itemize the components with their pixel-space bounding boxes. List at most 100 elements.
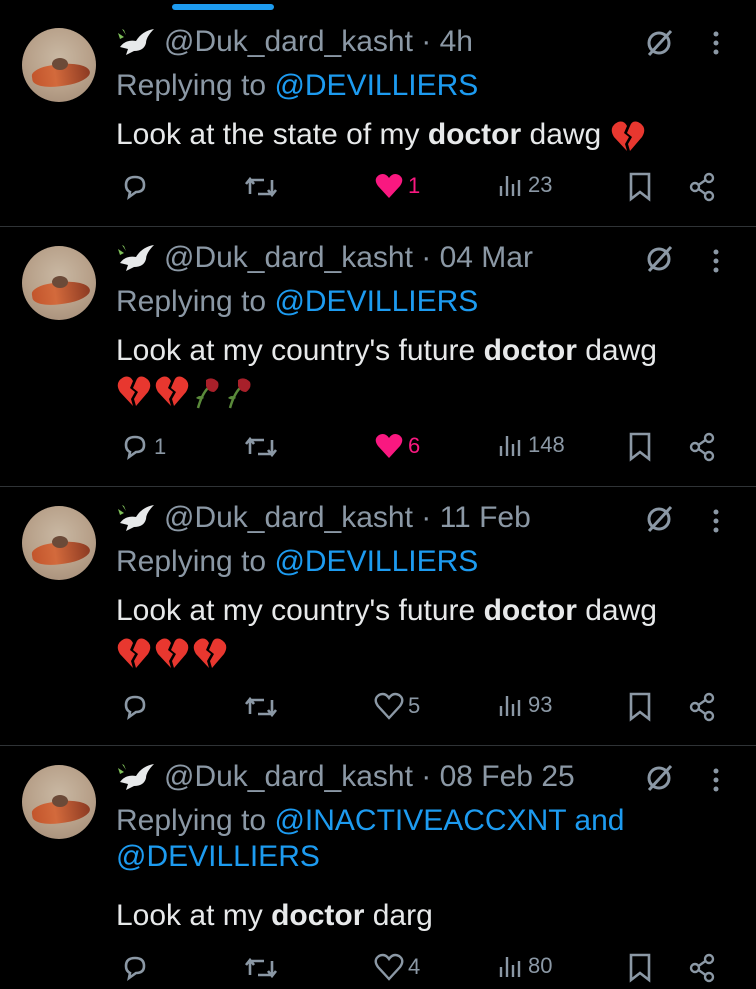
text-part: Look at my country's future	[116, 334, 484, 367]
reply-icon	[124, 435, 146, 460]
author-handle[interactable]: @Duk_dard_kasht	[164, 760, 413, 794]
retweet-icon	[244, 436, 278, 458]
view-count: 148	[528, 432, 565, 457]
tweet-text: Look at my country's future doctor dawg	[116, 332, 657, 370]
bookmark-icon	[629, 953, 651, 983]
mention-link[interactable]: @DEVILLIERS	[116, 840, 320, 873]
tweet-time[interactable]: · 4h	[421, 25, 473, 59]
share-button[interactable]	[688, 692, 716, 722]
share-button[interactable]	[688, 432, 716, 462]
heart-icon	[374, 953, 404, 981]
tweet-time[interactable]: · 04 Mar	[421, 241, 533, 275]
views-icon	[499, 176, 521, 196]
like-count: 5	[408, 693, 421, 718]
views-button[interactable]: 80	[498, 953, 552, 979]
author-handle[interactable]: @Duk_dard_kasht	[164, 501, 413, 535]
avatar[interactable]	[22, 506, 96, 580]
retweet-button[interactable]	[244, 953, 278, 983]
bookmark-button[interactable]	[628, 432, 652, 462]
text-part: Look at my country's future	[116, 594, 484, 627]
tweet-header: @Duk_dard_kasht · 4h	[116, 22, 473, 62]
text-part: dawg	[576, 594, 657, 627]
tweet-header: @Duk_dard_kasht · 04 Mar	[116, 238, 533, 278]
like-button[interactable]: 6	[374, 432, 420, 460]
text-part: Look at my	[116, 899, 272, 932]
view-count: 80	[528, 953, 553, 978]
action-bar: 4 80	[0, 953, 756, 989]
reply-button[interactable]	[120, 953, 154, 983]
views-button[interactable]: 23	[498, 172, 552, 198]
retweet-button[interactable]	[244, 172, 278, 202]
like-count: 6	[408, 433, 421, 458]
retweet-icon	[244, 696, 278, 718]
share-icon	[689, 432, 715, 462]
text-bold: doctor	[483, 594, 577, 627]
avatar[interactable]	[22, 246, 96, 320]
share-icon	[689, 172, 715, 202]
retweet-button[interactable]	[244, 692, 278, 722]
text-part: Look at the state of my	[116, 118, 428, 151]
heart-icon	[375, 174, 403, 198]
dove-icon	[118, 505, 154, 531]
share-button[interactable]	[688, 953, 716, 983]
views-button[interactable]: 148	[498, 432, 565, 458]
tweet-time[interactable]: · 11 Feb	[421, 501, 531, 535]
grok-icon[interactable]	[644, 244, 674, 274]
mention-link[interactable]: @INACTIVEACCXNT and	[274, 804, 624, 837]
tweet[interactable]: @Duk_dard_kasht · 4h Replying to @DEVILL…	[0, 0, 756, 227]
replying-to-label: Replying to	[116, 545, 275, 578]
tweet-time[interactable]: · 08 Feb 25	[421, 760, 574, 794]
author-handle[interactable]: @Duk_dard_kasht	[164, 25, 413, 59]
dove-icon	[118, 245, 154, 271]
replying-to: Replying to @DEVILLIERS	[116, 284, 478, 320]
text-bold: doctor	[483, 334, 577, 367]
more-options-icon[interactable]	[712, 30, 720, 56]
views-button[interactable]: 93	[498, 692, 552, 718]
text-part: darg	[364, 899, 433, 932]
more-options-icon[interactable]	[712, 248, 720, 274]
mention-link[interactable]: @DEVILLIERS	[274, 545, 478, 578]
avatar[interactable]	[22, 765, 96, 839]
views-icon	[499, 957, 521, 977]
wilted-rose-emoji	[228, 378, 251, 409]
mention-link[interactable]: @DEVILLIERS	[274, 69, 478, 102]
share-icon	[689, 692, 715, 722]
broken-heart-emoji	[611, 121, 644, 152]
reply-icon	[124, 956, 146, 981]
replying-to: Replying to @DEVILLIERS	[116, 68, 478, 104]
reply-button[interactable]	[120, 692, 154, 722]
like-button[interactable]: 5	[374, 692, 420, 720]
more-options-icon[interactable]	[712, 508, 720, 534]
bookmark-button[interactable]	[628, 692, 652, 722]
retweet-icon	[244, 957, 278, 979]
retweet-icon	[244, 176, 278, 198]
replying-to-label: Replying to	[116, 285, 275, 318]
tweet[interactable]: @Duk_dard_kasht · 04 Mar Replying to @DE…	[0, 228, 756, 487]
action-bar: 5 93	[0, 692, 756, 728]
bookmark-button[interactable]	[628, 172, 652, 202]
tweet[interactable]: @Duk_dard_kasht · 11 Feb Replying to @DE…	[0, 488, 756, 746]
grok-icon[interactable]	[644, 28, 674, 58]
reply-button[interactable]: 1	[120, 432, 166, 462]
action-bar: 1 23	[0, 172, 756, 208]
replying-to-label: Replying to	[116, 804, 275, 837]
avatar[interactable]	[22, 28, 96, 102]
view-count: 93	[528, 692, 553, 717]
grok-icon[interactable]	[644, 504, 674, 534]
dove-icon	[118, 29, 154, 55]
tweet[interactable]: @Duk_dard_kasht · 08 Feb 25 Replying to …	[0, 747, 756, 989]
views-icon	[499, 696, 521, 716]
views-icon	[499, 436, 521, 456]
grok-icon[interactable]	[644, 763, 674, 793]
mention-link[interactable]: @DEVILLIERS	[274, 285, 478, 318]
more-options-icon[interactable]	[712, 767, 720, 793]
like-count: 4	[408, 954, 421, 979]
bookmark-button[interactable]	[628, 953, 652, 983]
author-handle[interactable]: @Duk_dard_kasht	[164, 241, 413, 275]
like-button[interactable]: 4	[374, 953, 420, 981]
like-button[interactable]: 1	[374, 172, 420, 200]
reply-button[interactable]	[120, 172, 154, 202]
share-button[interactable]	[688, 172, 716, 202]
text-bold: doctor	[271, 899, 365, 932]
retweet-button[interactable]	[244, 432, 278, 462]
